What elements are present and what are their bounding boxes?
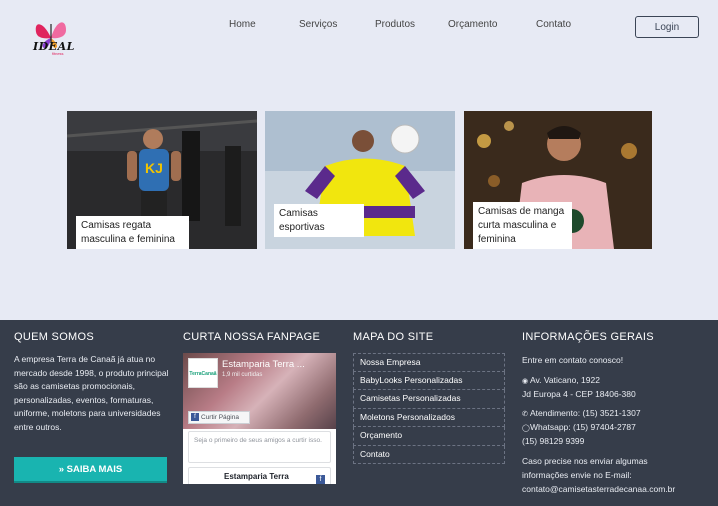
site-footer: QUEM SOMOS A empresa Terra de Canaã já a… [0, 320, 718, 506]
fb-like-button[interactable]: f Curtir Página [188, 411, 250, 424]
product-card-esportivas[interactable]: Camisas esportivas [265, 111, 455, 249]
nav-contato[interactable]: Contato [536, 19, 571, 30]
facebook-icon: f [191, 413, 199, 422]
sitemap-item-orcamento[interactable]: Orçamento [353, 427, 505, 446]
fb-like-label: Curtir Página [201, 414, 239, 421]
phone-line: ✆ Atendimento: (15) 3521-1307 [522, 408, 641, 418]
map-marker-icon: ◉ [522, 378, 529, 385]
sitemap-title: MAPA DO SITE [353, 331, 434, 343]
facebook-page-widget[interactable]: TerraCanaã Estamparia Terra ... 1,9 mil … [183, 353, 336, 484]
email-link[interactable]: contato@camisetasterradecanaa.com.br [522, 484, 675, 494]
email-note-1: Caso precise nos enviar algumas [522, 456, 648, 466]
info-title: INFORMAÇÕES GERAIS [522, 331, 654, 343]
fb-page-name[interactable]: Estamparia Terra ... [222, 359, 305, 370]
login-button[interactable]: Login [635, 16, 699, 38]
product-card-manga-curta[interactable]: Camisas de manga curta masculina e femin… [464, 111, 652, 249]
fanpage-title: CURTA NOSSA FANPAGE [183, 331, 321, 343]
about-text: A empresa Terra de Canaã já atua no merc… [14, 354, 169, 432]
phone2-line: (15) 98129 9399 [522, 436, 585, 446]
whatsapp-text: Whatsapp: (15) 97404-2787 [530, 422, 636, 432]
saiba-mais-button[interactable]: » SAIBA MAIS [14, 457, 167, 483]
info-intro: Entre em contato conosco! [522, 355, 624, 365]
card-caption: Camisas esportivas [274, 204, 364, 237]
fb-post-author: Estamparia Terra [224, 472, 289, 481]
card-caption: Camisas de manga curta masculina e femin… [473, 202, 572, 249]
sitemap-item-camisetas[interactable]: Camisetas Personalizadas [353, 390, 505, 409]
address-line-2: Jd Europa 4 - CEP 18406-380 [522, 389, 636, 399]
address-line-1: ◉ Av. Vaticano, 1922 [522, 375, 600, 385]
logo-subtext: fitness [52, 51, 64, 56]
email-note-2: informações envie no E-mail: [522, 470, 632, 480]
card-caption: Camisas regata masculina e feminina [76, 216, 189, 249]
sitemap-item-babylooks[interactable]: BabyLooks Personalizadas [353, 371, 505, 390]
sitemap-list: Nossa Empresa BabyLooks Personalizadas C… [353, 353, 505, 464]
nav-produtos[interactable]: Produtos [375, 19, 415, 30]
fb-like-count: 1,9 mil curtidas [222, 372, 263, 378]
product-card-regata[interactable]: KJ Camisas regata masculina e feminina [67, 111, 257, 249]
fb-page-avatar[interactable]: TerraCanaã [188, 358, 218, 388]
fb-post-preview[interactable]: Estamparia Terra f [188, 467, 331, 484]
address-1-text: Av. Vaticano, 1922 [530, 375, 600, 385]
site-header: IDEAL fitness Home Serviços Produtos Orç… [0, 0, 718, 70]
sitemap-item-contato[interactable]: Contato [353, 445, 505, 464]
nav-servicos[interactable]: Serviços [299, 19, 337, 30]
whatsapp-icon: ◯ [522, 425, 530, 432]
phone-icon: ✆ [522, 411, 528, 418]
svg-text:KJ: KJ [145, 160, 163, 176]
sitemap-item-nossa-empresa[interactable]: Nossa Empresa [353, 353, 505, 372]
whatsapp-line: ◯Whatsapp: (15) 97404-2787 [522, 422, 636, 432]
sitemap-item-moletons[interactable]: Moletons Personalizados [353, 408, 505, 427]
about-title: QUEM SOMOS [14, 331, 95, 343]
phone-text: Atendimento: (15) 3521-1307 [530, 408, 641, 418]
nav-home[interactable]: Home [229, 19, 256, 30]
fb-friends-text: Seja o primeiro de seus amigos a curtir … [188, 431, 331, 463]
facebook-icon: f [316, 475, 325, 484]
nav-orcamento[interactable]: Orçamento [448, 19, 497, 30]
